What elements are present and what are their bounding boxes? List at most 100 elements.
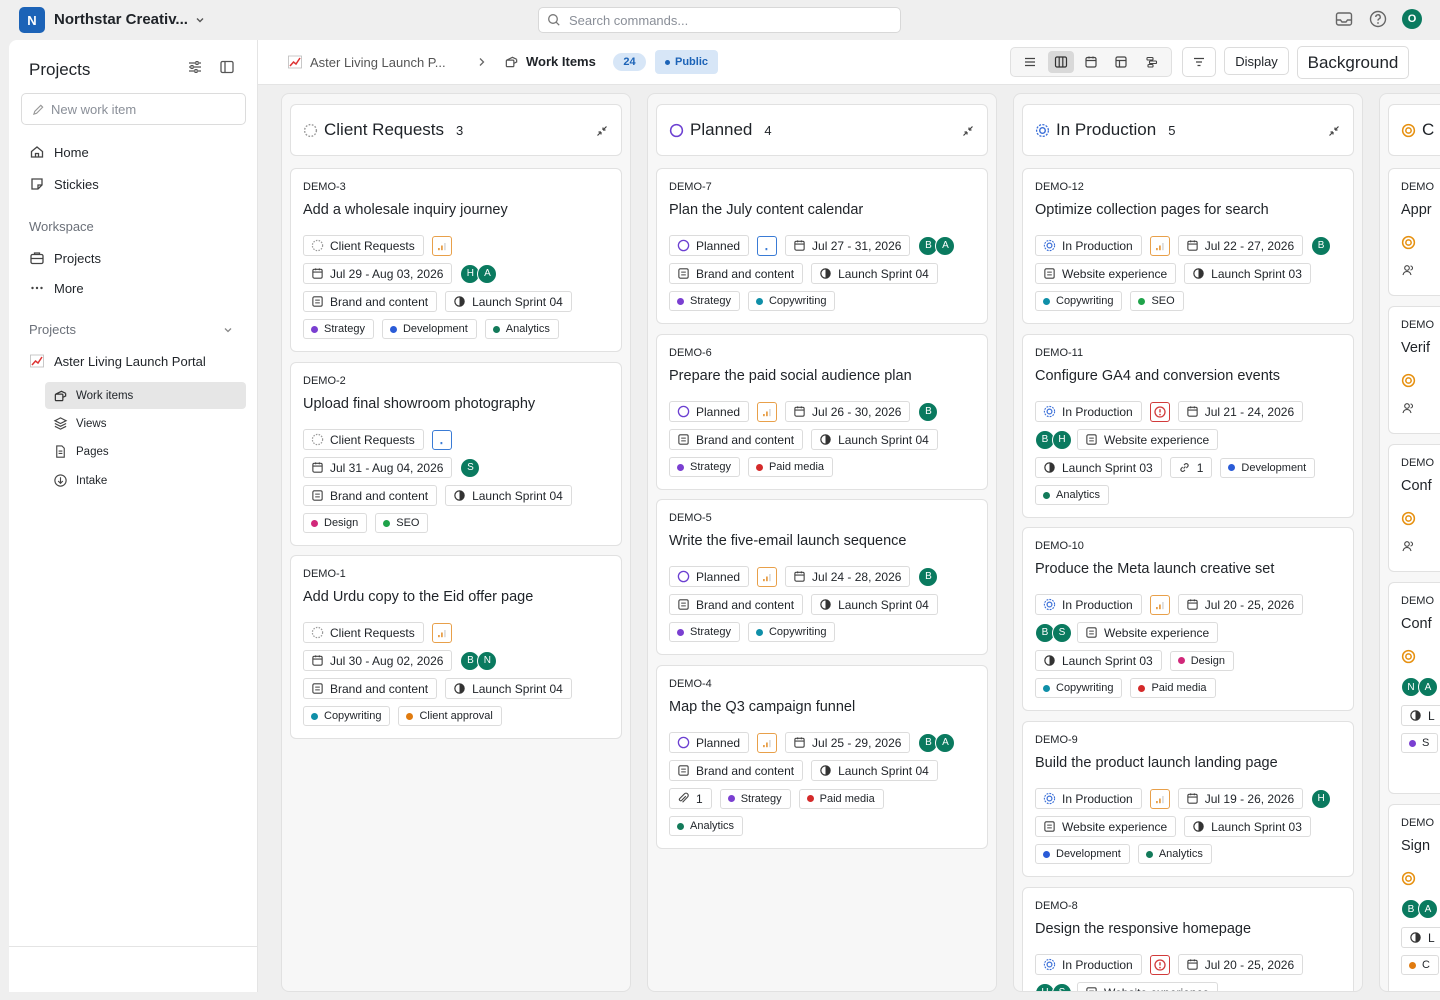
- assignee-avatars[interactable]: HS: [1035, 982, 1072, 991]
- sidebar-item-pages[interactable]: Pages: [45, 438, 246, 465]
- label-chip[interactable]: Development: [381, 319, 477, 339]
- date-chip[interactable]: Jul 25 - 29, 2026: [785, 732, 911, 753]
- assignee-avatars[interactable]: BA: [918, 235, 956, 256]
- cycle-chip[interactable]: Launch Sprint 04: [811, 263, 938, 284]
- state-chip[interactable]: Planned: [669, 566, 750, 587]
- assignee-avatars[interactable]: HA: [460, 263, 498, 284]
- assignee-avatars[interactable]: NA: [1401, 677, 1438, 697]
- label-chip[interactable]: Analytics: [1137, 844, 1212, 864]
- label-chip[interactable]: Copywriting: [303, 706, 391, 726]
- cycle-chip[interactable]: Launch Sprint 04: [811, 429, 938, 450]
- label-chip[interactable]: Design: [1169, 650, 1234, 671]
- work-item-title[interactable]: Write the five-email launch sequence: [669, 533, 907, 549]
- label-chip[interactable]: Paid media: [798, 788, 884, 809]
- date-chip[interactable]: Jul 22 - 27, 2026: [1177, 235, 1304, 256]
- module-chip[interactable]: Website experience: [1077, 622, 1219, 643]
- work-item-title[interactable]: Plan the July content calendar: [669, 202, 863, 218]
- sidebar-item-work-items[interactable]: Work items: [45, 382, 246, 409]
- state-chip[interactable]: In Production: [1035, 235, 1142, 256]
- assignee-avatars[interactable]: B: [1311, 235, 1332, 256]
- work-item-card[interactable]: DEMO Sign B A L C: [1388, 804, 1440, 991]
- help-icon[interactable]: [1368, 9, 1388, 29]
- state-chip[interactable]: In Production: [1035, 401, 1142, 422]
- state-chip[interactable]: Planned: [669, 732, 750, 753]
- assignee-avatars[interactable]: BN: [460, 650, 498, 671]
- user-avatar[interactable]: O: [1402, 9, 1422, 29]
- label-chip[interactable]: SEO: [375, 513, 429, 533]
- state-chip[interactable]: Planned: [669, 235, 750, 256]
- date-chip[interactable]: Jul 20 - 25, 2026: [1177, 594, 1304, 615]
- work-item-title[interactable]: Map the Q3 campaign funnel: [669, 699, 855, 715]
- cycle-chip[interactable]: Launch Sprint 04: [445, 485, 572, 506]
- assignee-avatars[interactable]: B: [918, 566, 939, 587]
- label-chip[interactable]: Copywriting: [747, 622, 836, 642]
- priority-button[interactable]: [1149, 594, 1170, 615]
- cycle-chip[interactable]: L: [1401, 705, 1440, 726]
- priority-button[interactable]: [431, 235, 452, 256]
- label-chip[interactable]: Strategy: [669, 457, 740, 477]
- work-item-card[interactable]: DEMO-3 Add a wholesale inquiry journey Cli…: [290, 168, 622, 352]
- calendar-layout-button[interactable]: [1078, 51, 1104, 73]
- date-chip[interactable]: Jul 20 - 25, 2026: [1177, 954, 1304, 975]
- projects-section-toggle[interactable]: Projects: [29, 322, 234, 337]
- cycle-chip[interactable]: Launch Sprint 04: [811, 594, 938, 615]
- work-item-card[interactable]: DEMO Conf: [1388, 444, 1440, 572]
- assignee-avatars[interactable]: BA: [918, 732, 956, 753]
- label-chip[interactable]: Copywriting: [747, 291, 836, 311]
- work-item-card[interactable]: DEMO Verif: [1388, 306, 1440, 434]
- module-chip[interactable]: Brand and content: [303, 291, 438, 312]
- sidebar-item-stickies[interactable]: Stickies: [29, 176, 99, 192]
- work-item-card[interactable]: DEMO-1 Add Urdu copy to the Eid offer pag…: [290, 555, 622, 739]
- work-item-card[interactable]: DEMO-11 Configure GA4 and conversion even…: [1022, 334, 1354, 518]
- sidebar-project-aster[interactable]: Aster Living Launch Portal: [29, 353, 206, 369]
- assignee-avatars[interactable]: BA: [1401, 899, 1438, 919]
- work-item-card[interactable]: DEMO-2 Upload final showroom photography C…: [290, 362, 622, 546]
- link-count-chip[interactable]: 1: [1169, 457, 1213, 478]
- cycle-chip[interactable]: Launch Sprint 03: [1035, 457, 1162, 478]
- module-chip[interactable]: Brand and content: [303, 678, 438, 699]
- label-chip[interactable]: Copywriting: [1035, 678, 1123, 698]
- date-chip[interactable]: Jul 29 - Aug 03, 2026: [303, 263, 453, 284]
- work-item-title[interactable]: Appr: [1401, 202, 1432, 218]
- work-item-title[interactable]: Sign: [1401, 838, 1430, 854]
- work-item-card[interactable]: DEMO Appr: [1388, 168, 1440, 296]
- cycle-chip[interactable]: Launch Sprint 03: [1184, 816, 1311, 837]
- priority-button[interactable]: [757, 732, 778, 753]
- cycle-chip[interactable]: Launch Sprint 04: [811, 760, 938, 781]
- sidebar-item-projects[interactable]: Projects: [29, 250, 101, 266]
- state-chip[interactable]: Client Requests: [303, 235, 424, 256]
- workspace-switcher[interactable]: Northstar Creativ...: [54, 11, 206, 28]
- assignee-avatars[interactable]: H: [1311, 788, 1332, 809]
- sidebar-toggle-icon[interactable]: [219, 59, 235, 75]
- priority-button[interactable]: [757, 401, 778, 422]
- cycle-chip[interactable]: Launch Sprint 03: [1035, 650, 1162, 671]
- work-item-card[interactable]: DEMO-9 Build the product launch landing p…: [1022, 721, 1354, 877]
- work-item-title[interactable]: Produce the Meta launch creative set: [1035, 561, 1274, 577]
- state-chip[interactable]: Client Requests: [303, 429, 424, 450]
- module-chip[interactable]: Brand and content: [303, 485, 438, 506]
- minimize-icon[interactable]: [1327, 124, 1341, 138]
- work-item-title[interactable]: Configure GA4 and conversion events: [1035, 368, 1280, 384]
- label-chip[interactable]: Paid media: [747, 457, 834, 477]
- assignee-avatars[interactable]: B: [918, 401, 939, 422]
- label-chip[interactable]: Strategy: [669, 291, 740, 311]
- cycle-chip[interactable]: Launch Sprint 04: [445, 291, 572, 312]
- work-item-card[interactable]: DEMO-10 Produce the Meta launch creative …: [1022, 527, 1354, 711]
- assignee-avatars[interactable]: BS: [1035, 622, 1072, 643]
- work-item-card[interactable]: DEMO-8 Design the responsive homepage In P…: [1022, 887, 1354, 991]
- label-chip[interactable]: S: [1401, 733, 1439, 753]
- module-chip[interactable]: Brand and content: [669, 760, 804, 781]
- module-chip[interactable]: Website experience: [1077, 429, 1219, 450]
- label-chip[interactable]: Strategy: [719, 788, 791, 809]
- module-chip[interactable]: Brand and content: [669, 429, 804, 450]
- work-item-title[interactable]: Add Urdu copy to the Eid offer page: [303, 589, 533, 605]
- breadcrumb-project[interactable]: Aster Living Launch P...: [287, 54, 446, 70]
- priority-button[interactable]: [1149, 235, 1170, 256]
- sidebar-item-home[interactable]: Home: [29, 144, 89, 160]
- cycle-chip[interactable]: Launch Sprint 04: [445, 678, 572, 699]
- cycle-chip[interactable]: L: [1401, 927, 1440, 948]
- background-button[interactable]: Background: [1297, 46, 1409, 79]
- work-item-card[interactable]: DEMO-7 Plan the July content calendar Plan…: [656, 168, 988, 324]
- label-chip[interactable]: C: [1401, 955, 1439, 975]
- label-chip[interactable]: Analytics: [1035, 485, 1110, 505]
